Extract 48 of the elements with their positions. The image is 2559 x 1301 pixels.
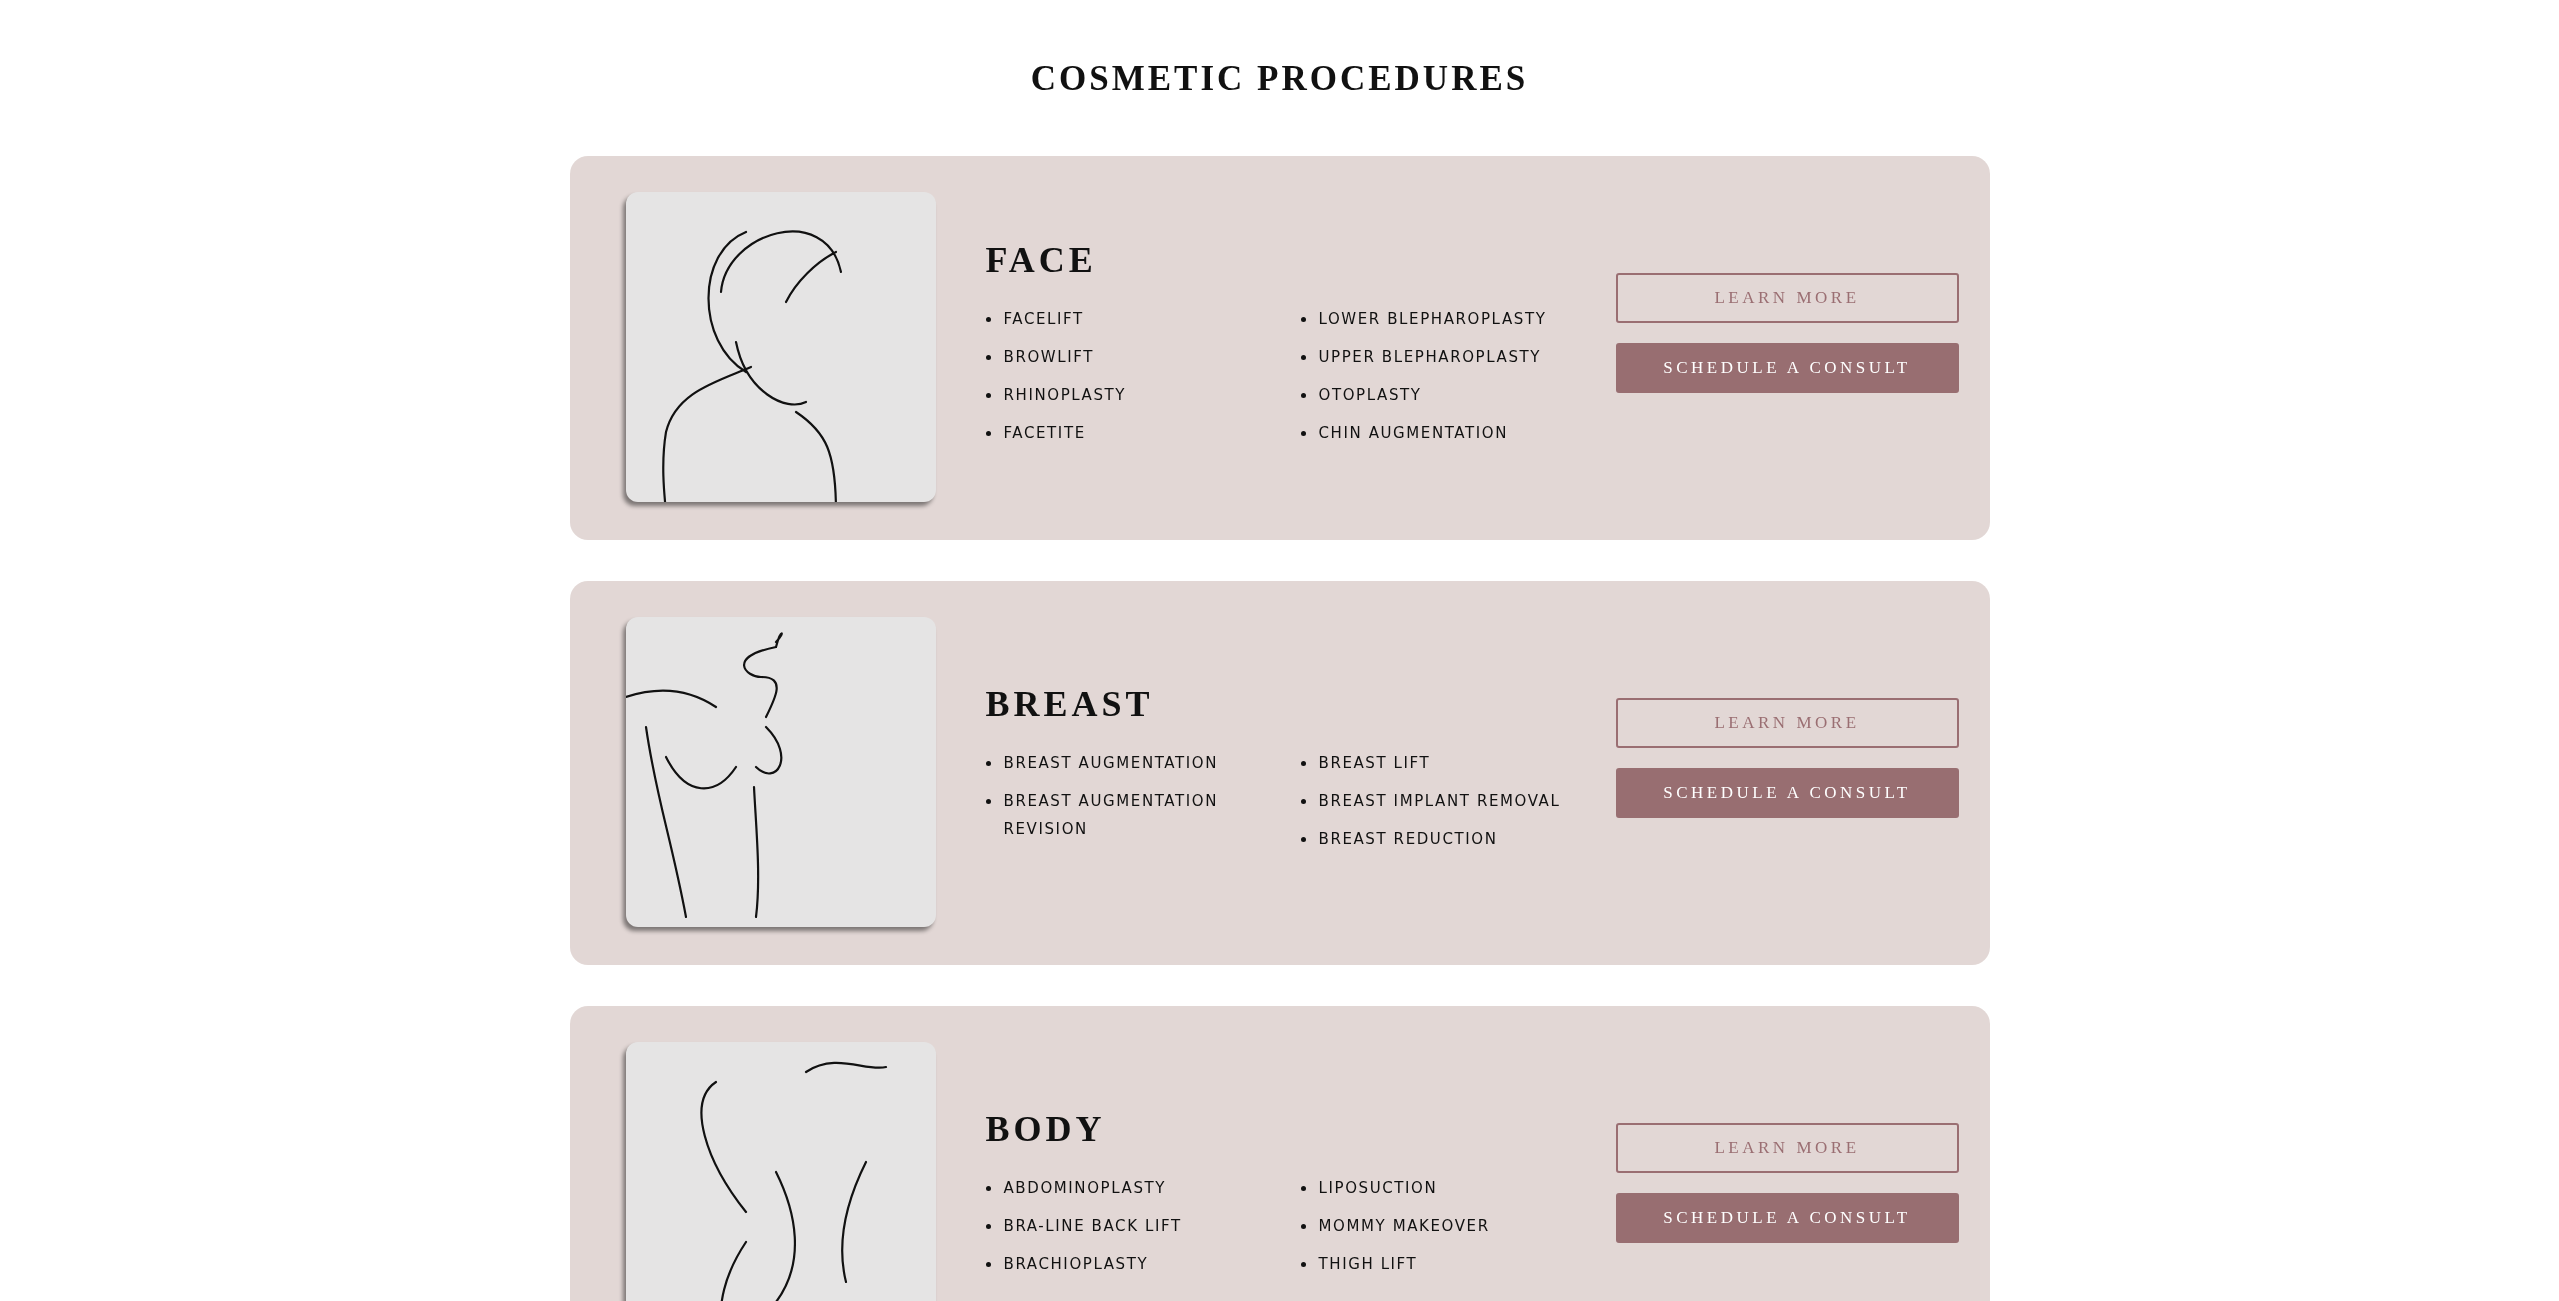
bullet-icon: [1300, 316, 1306, 322]
procedure-item: RHINOPLASTY: [1003, 385, 1127, 404]
bullet-icon: [1300, 392, 1306, 398]
procedure-item: FACELIFT: [1003, 309, 1084, 328]
procedure-item: LOWER BLEPHAROPLASTY: [1318, 309, 1547, 328]
procedure-item: THIGH LIFT: [1318, 1254, 1418, 1273]
category-heading: BREAST: [985, 683, 1155, 727]
bullet-icon: [1300, 836, 1306, 842]
bullet-icon: [985, 316, 991, 322]
bullet-icon: [1300, 1185, 1306, 1191]
learn-more-button[interactable]: LEARN MORE: [1615, 698, 1959, 748]
section-title: COSMETIC PROCEDURES: [1029, 58, 1530, 100]
procedure-item: BRA-LINE BACK LIFT: [1003, 1216, 1182, 1235]
procedure-item: UPPER BLEPHAROPLASTY: [1318, 347, 1542, 366]
bullet-icon: [1300, 798, 1306, 804]
procedure-item: BREAST IMPLANT REMOVAL: [1318, 791, 1561, 810]
schedule-consult-button[interactable]: SCHEDULE A CONSULT: [1615, 768, 1959, 818]
bullet-icon: [985, 1223, 991, 1229]
category-heading: FACE: [985, 239, 1098, 283]
bullet-icon: [985, 1261, 991, 1267]
bullet-icon: [985, 354, 991, 360]
bullet-icon: [1300, 1223, 1306, 1229]
procedure-item: MOMMY MAKEOVER: [1318, 1216, 1490, 1235]
procedure-item: LIPOSUCTION: [1318, 1178, 1438, 1197]
procedure-item: FACETITE: [1003, 423, 1086, 442]
category-heading: BODY: [985, 1108, 1107, 1152]
procedure-item: BREAST AUGMENTATION REVISION: [1003, 791, 1219, 838]
learn-more-button[interactable]: LEARN MORE: [1615, 1123, 1959, 1173]
schedule-consult-button[interactable]: SCHEDULE A CONSULT: [1615, 1193, 1959, 1243]
bullet-icon: [985, 1185, 991, 1191]
bullet-icon: [1300, 430, 1306, 436]
bullet-icon: [985, 798, 991, 804]
procedure-item: BREAST LIFT: [1318, 753, 1431, 772]
procedure-item: ABDOMINOPLASTY: [1003, 1178, 1167, 1197]
procedure-item: BREAST AUGMENTATION: [1003, 753, 1219, 772]
bullet-icon: [985, 392, 991, 398]
bullet-icon: [1300, 760, 1306, 766]
procedure-item: BROWLIFT: [1003, 347, 1094, 366]
bullet-icon: [1300, 354, 1306, 360]
bullet-icon: [985, 430, 991, 436]
learn-more-button[interactable]: LEARN MORE: [1615, 273, 1959, 323]
procedure-item: BREAST REDUCTION: [1318, 829, 1498, 848]
bullet-icon: [1300, 1261, 1306, 1267]
procedure-item: BRACHIOPLASTY: [1003, 1254, 1149, 1273]
schedule-consult-button[interactable]: SCHEDULE A CONSULT: [1615, 343, 1959, 393]
procedure-item: OTOPLASTY: [1318, 385, 1422, 404]
bullet-icon: [985, 760, 991, 766]
procedure-item: CHIN AUGMENTATION: [1318, 423, 1509, 442]
